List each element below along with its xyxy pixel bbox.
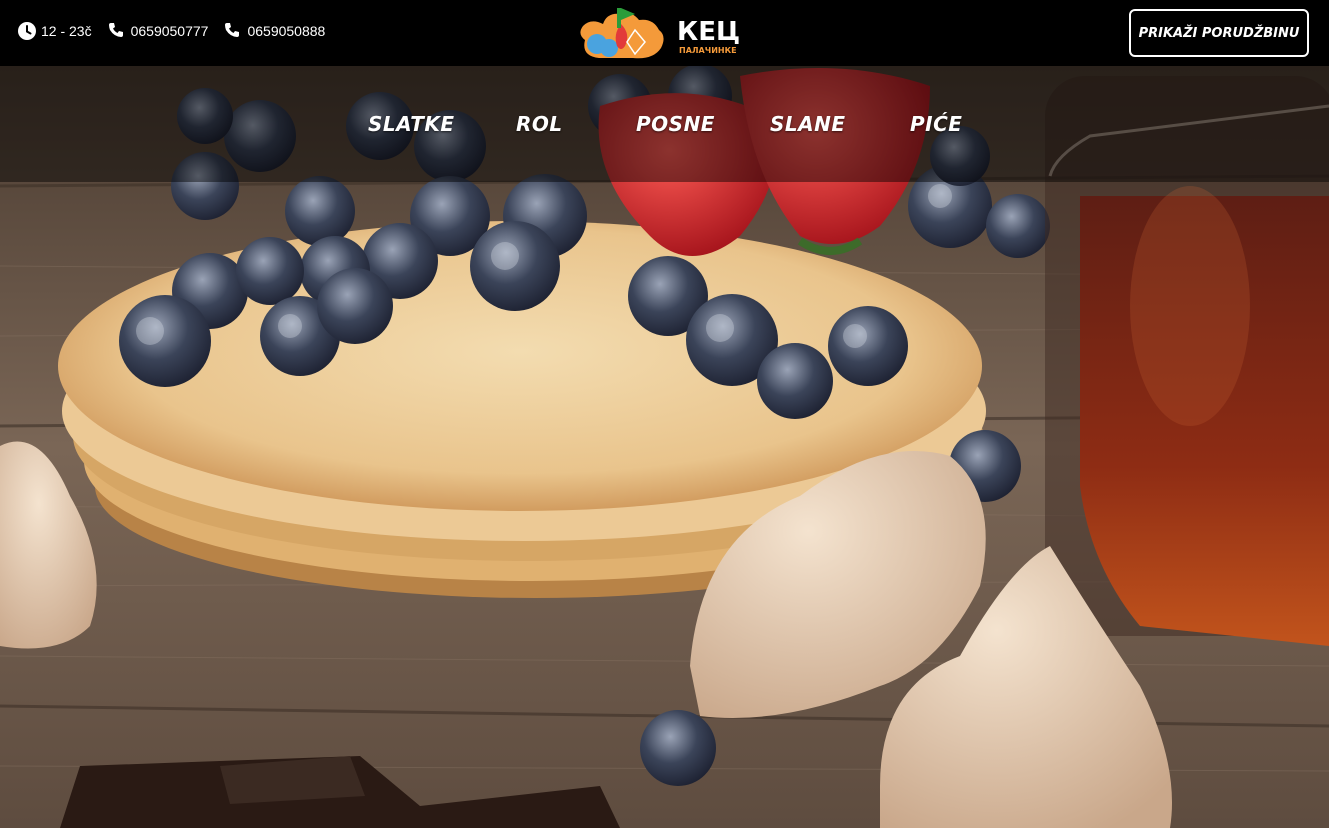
contact-info: 12 - 23č 0659050777 0659050888 [18, 22, 341, 40]
category-nav: SLATKE ROL POSNE SLANE PIĆE [0, 66, 1329, 182]
nav-item-posne[interactable]: POSNE [636, 112, 715, 136]
phone-1-text: 0659050777 [130, 23, 209, 39]
phone-number-1[interactable]: 0659050777 [108, 22, 209, 40]
phone-icon [224, 22, 242, 40]
phone-2-text: 0659050888 [247, 23, 326, 39]
clock-icon [18, 22, 36, 40]
nav-item-slane[interactable]: SLANE [770, 112, 846, 136]
logo-brand: КЕЦ [677, 17, 740, 47]
nav-item-pice[interactable]: PIĆE [910, 112, 962, 136]
opening-hours: 12 - 23č [18, 22, 92, 40]
nav-item-slatke[interactable]: SLATKE [368, 112, 455, 136]
top-bar: 12 - 23č 0659050777 0659050888 КЕЦ ПАЛАЧ… [0, 0, 1329, 66]
nav-item-rol[interactable]: ROL [516, 112, 563, 136]
keц-logo[interactable]: КЕЦ ПАЛАЧИНКЕ [573, 4, 757, 64]
show-order-button[interactable]: PRIKAŽI PORUDŽBINU [1129, 9, 1309, 57]
phone-number-2[interactable]: 0659050888 [224, 22, 325, 40]
phone-icon [108, 22, 126, 40]
logo-tagline: ПАЛАЧИНКЕ [679, 46, 737, 55]
hours-text: 12 - 23č [41, 23, 92, 39]
